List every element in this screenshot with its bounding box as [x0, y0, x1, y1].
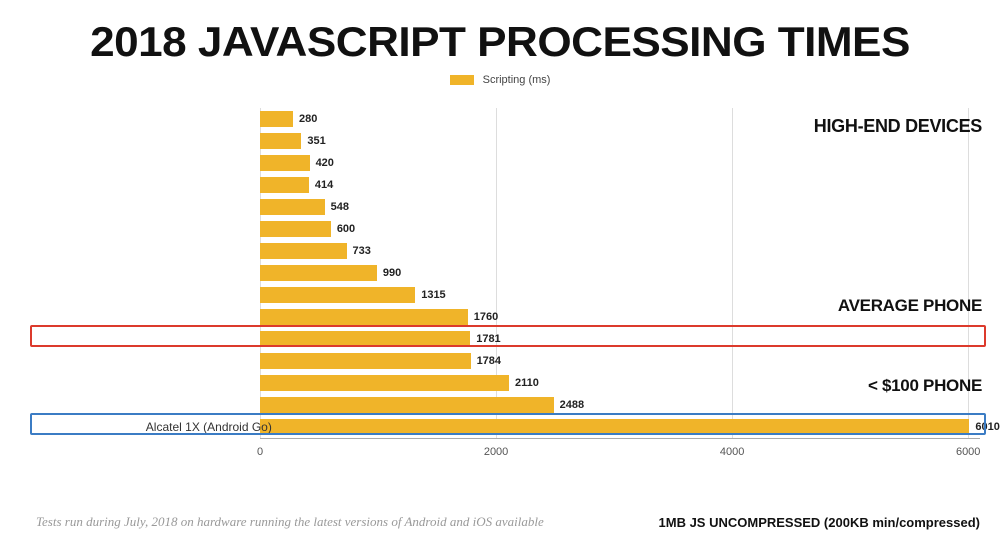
- bar: [260, 375, 509, 391]
- bar-value-label: 733: [353, 245, 371, 257]
- bar: [260, 419, 969, 435]
- bar-value-label: 990: [383, 267, 401, 279]
- bar-value-label: 600: [337, 223, 355, 235]
- bar: [260, 243, 347, 259]
- bar-row: iPhone 6s, SE (A9)600: [260, 218, 355, 240]
- bar-row: Google Pixel 2 (Snapdragon 835)548: [260, 196, 349, 218]
- bar-row: iPad Mini 3 (A7)2110: [260, 372, 539, 394]
- section-label-low: < $100 PHONE: [868, 376, 982, 396]
- bar: [260, 199, 325, 215]
- bar-row: Moto G4 (Snapdragon 617)1781: [260, 328, 501, 350]
- bar-value-label: 280: [299, 113, 317, 125]
- footnote-right: 1MB JS UNCOMPRESSED (200KB min/compresse…: [659, 515, 980, 530]
- bar-value-label: 1760: [474, 311, 498, 323]
- bar-row: Macbook Pro (2016) i7420: [260, 152, 334, 174]
- chart-title: 2018 JAVASCRIPT PROCESSING TIMES: [0, 0, 1000, 66]
- bar-row: Galaxy S7 (Snapdragon 820)990: [260, 262, 401, 284]
- bar: [260, 397, 554, 413]
- bar: [260, 155, 310, 171]
- bar-category-label: Alcatel 1X (Android Go): [22, 420, 272, 434]
- bar-value-label: 2488: [560, 399, 584, 411]
- footnote-left: Tests run during July, 2018 on hardware …: [36, 514, 544, 530]
- legend-label: Scripting (ms): [483, 74, 551, 86]
- bar-value-label: 6010: [975, 421, 999, 433]
- axis-tick: 0: [257, 446, 263, 458]
- axis-line: [260, 438, 980, 439]
- axis-tick: 2000: [484, 446, 508, 458]
- bar: [260, 309, 468, 325]
- bar-row: Google Pixelbook (i7)414: [260, 174, 333, 196]
- bar-row: iPhone 7 (A10)351: [260, 130, 326, 152]
- bar-value-label: 1784: [477, 355, 501, 367]
- section-label-average: AVERAGE PHONE: [838, 296, 982, 316]
- axis-tick: 4000: [720, 446, 744, 458]
- section-label-high-end: HIGH-END DEVICES: [814, 116, 982, 137]
- bar-value-label: 2110: [515, 377, 539, 389]
- bar-value-label: 1781: [476, 333, 500, 345]
- gridline: [732, 108, 733, 438]
- bar-row: Goole Pixel 1 (Snapdragon 821)1315: [260, 284, 446, 306]
- axis-tick: 6000: [956, 446, 980, 458]
- x-axis: 0 2000 4000 6000: [260, 438, 980, 466]
- legend-swatch: [450, 75, 474, 85]
- bar: [260, 287, 415, 303]
- bar-row: Alcatel 1X (Android Go)6010: [260, 416, 1000, 438]
- bar-value-label: 420: [316, 157, 334, 169]
- bar-row: iPhone 5c (A6)2488: [260, 394, 584, 416]
- footer: Tests run during July, 2018 on hardware …: [36, 514, 980, 530]
- bar: [260, 133, 301, 149]
- bar-row: iPhone 8 (A11)280: [260, 108, 317, 130]
- bar-row: HTC One M8 (Snapdragon 801)1760: [260, 306, 498, 328]
- bar-value-label: 351: [307, 135, 325, 147]
- bar: [260, 177, 309, 193]
- bar-value-label: 414: [315, 179, 333, 191]
- bar: [260, 111, 293, 127]
- bar: [260, 331, 470, 347]
- bar: [260, 265, 377, 281]
- bar-row: iPad 2017 (A9)733: [260, 240, 371, 262]
- legend: Scripting (ms): [0, 74, 1000, 86]
- bar-value-label: 548: [331, 201, 349, 213]
- bar: [260, 353, 471, 369]
- bar: [260, 221, 331, 237]
- bar-row: Nexus 5 (Snapdragon 800)1784: [260, 350, 501, 372]
- bar-value-label: 1315: [421, 289, 445, 301]
